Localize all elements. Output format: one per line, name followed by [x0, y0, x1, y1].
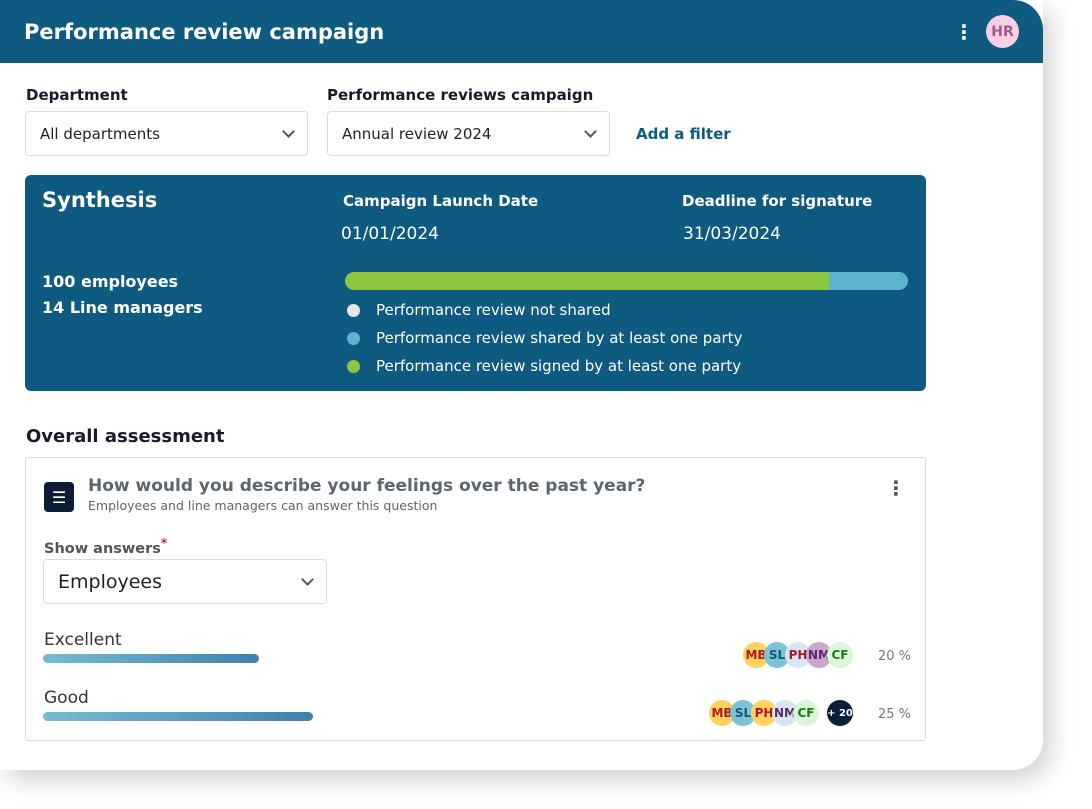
user-avatar[interactable]: HR: [986, 15, 1019, 48]
add-filter-link[interactable]: Add a filter: [636, 125, 731, 143]
more-respondents-badge[interactable]: + 20: [827, 700, 853, 726]
respondent-avatar[interactable]: CF: [793, 700, 819, 726]
department-label: Department: [26, 86, 128, 104]
question-card: ☰ How would you describe your feelings o…: [25, 457, 926, 741]
answer-bar: [43, 712, 313, 721]
chevron-down-icon: [282, 124, 295, 138]
show-answers-text: Show answers: [44, 540, 161, 557]
signed-progress-fill: [345, 272, 830, 290]
answer-percent: 20 %: [878, 649, 912, 664]
chevron-down-icon: [301, 572, 314, 586]
deadline-date: 31/03/2024: [683, 224, 781, 244]
deadline-label: Deadline for signature: [682, 192, 873, 210]
legend-item: Performance review shared by at least on…: [347, 329, 742, 347]
synthesis-title: Synthesis: [42, 188, 158, 212]
more-options-icon[interactable]: ⋮: [954, 20, 974, 44]
respondent-avatars: MB SL PH NM CF + 20: [709, 700, 853, 726]
synthesis-panel: Synthesis Campaign Launch Date 01/01/202…: [25, 175, 926, 391]
campaign-label: Performance reviews campaign: [327, 86, 594, 104]
legend-label: Performance review not shared: [376, 301, 611, 319]
question-subtitle: Employees and line managers can answer t…: [88, 498, 438, 513]
employee-count: 100 employees: [42, 272, 179, 291]
required-mark: *: [160, 536, 168, 550]
answer-percent: 25 %: [878, 707, 912, 722]
respondent-avatar[interactable]: CF: [827, 642, 853, 668]
department-value: All departments: [40, 124, 160, 143]
launch-date: 01/01/2024: [341, 224, 439, 244]
legend-item: Performance review signed by at least on…: [347, 357, 741, 375]
legend-dot-icon: [347, 331, 360, 345]
page-title: Performance review campaign: [24, 19, 385, 44]
answer-bar: [43, 654, 259, 663]
campaign-progress-bar: [345, 272, 908, 290]
show-answers-value: Employees: [58, 570, 162, 593]
answer-label: Excellent: [44, 630, 122, 650]
show-answers-label: Show answers*: [44, 536, 167, 557]
department-select[interactable]: All departments: [25, 111, 308, 156]
legend-item: Performance review not shared: [347, 301, 611, 319]
section-title: Overall assessment: [26, 426, 225, 447]
header: Performance review campaign ⋮ HR: [0, 0, 1043, 63]
campaign-select[interactable]: Annual review 2024: [327, 111, 610, 156]
campaign-value: Annual review 2024: [342, 124, 492, 143]
legend-dot-icon: [347, 359, 360, 373]
question-options-icon[interactable]: ⋮: [886, 476, 906, 500]
launch-date-label: Campaign Launch Date: [343, 192, 539, 210]
legend-dot-icon: [347, 303, 360, 317]
list-icon: ☰: [44, 482, 74, 512]
respondent-avatars: MB SL PH NM CF: [743, 642, 853, 668]
line-manager-count: 14 Line managers: [42, 298, 203, 317]
legend-label: Performance review shared by at least on…: [376, 329, 743, 347]
question-text: How would you describe your feelings ove…: [88, 476, 646, 496]
show-answers-select[interactable]: Employees: [43, 559, 327, 604]
legend-label: Performance review signed by at least on…: [376, 357, 742, 375]
answer-label: Good: [44, 688, 89, 708]
chevron-down-icon: [584, 124, 597, 138]
campaign-card: Performance review campaign ⋮ HR Departm…: [0, 0, 1043, 770]
